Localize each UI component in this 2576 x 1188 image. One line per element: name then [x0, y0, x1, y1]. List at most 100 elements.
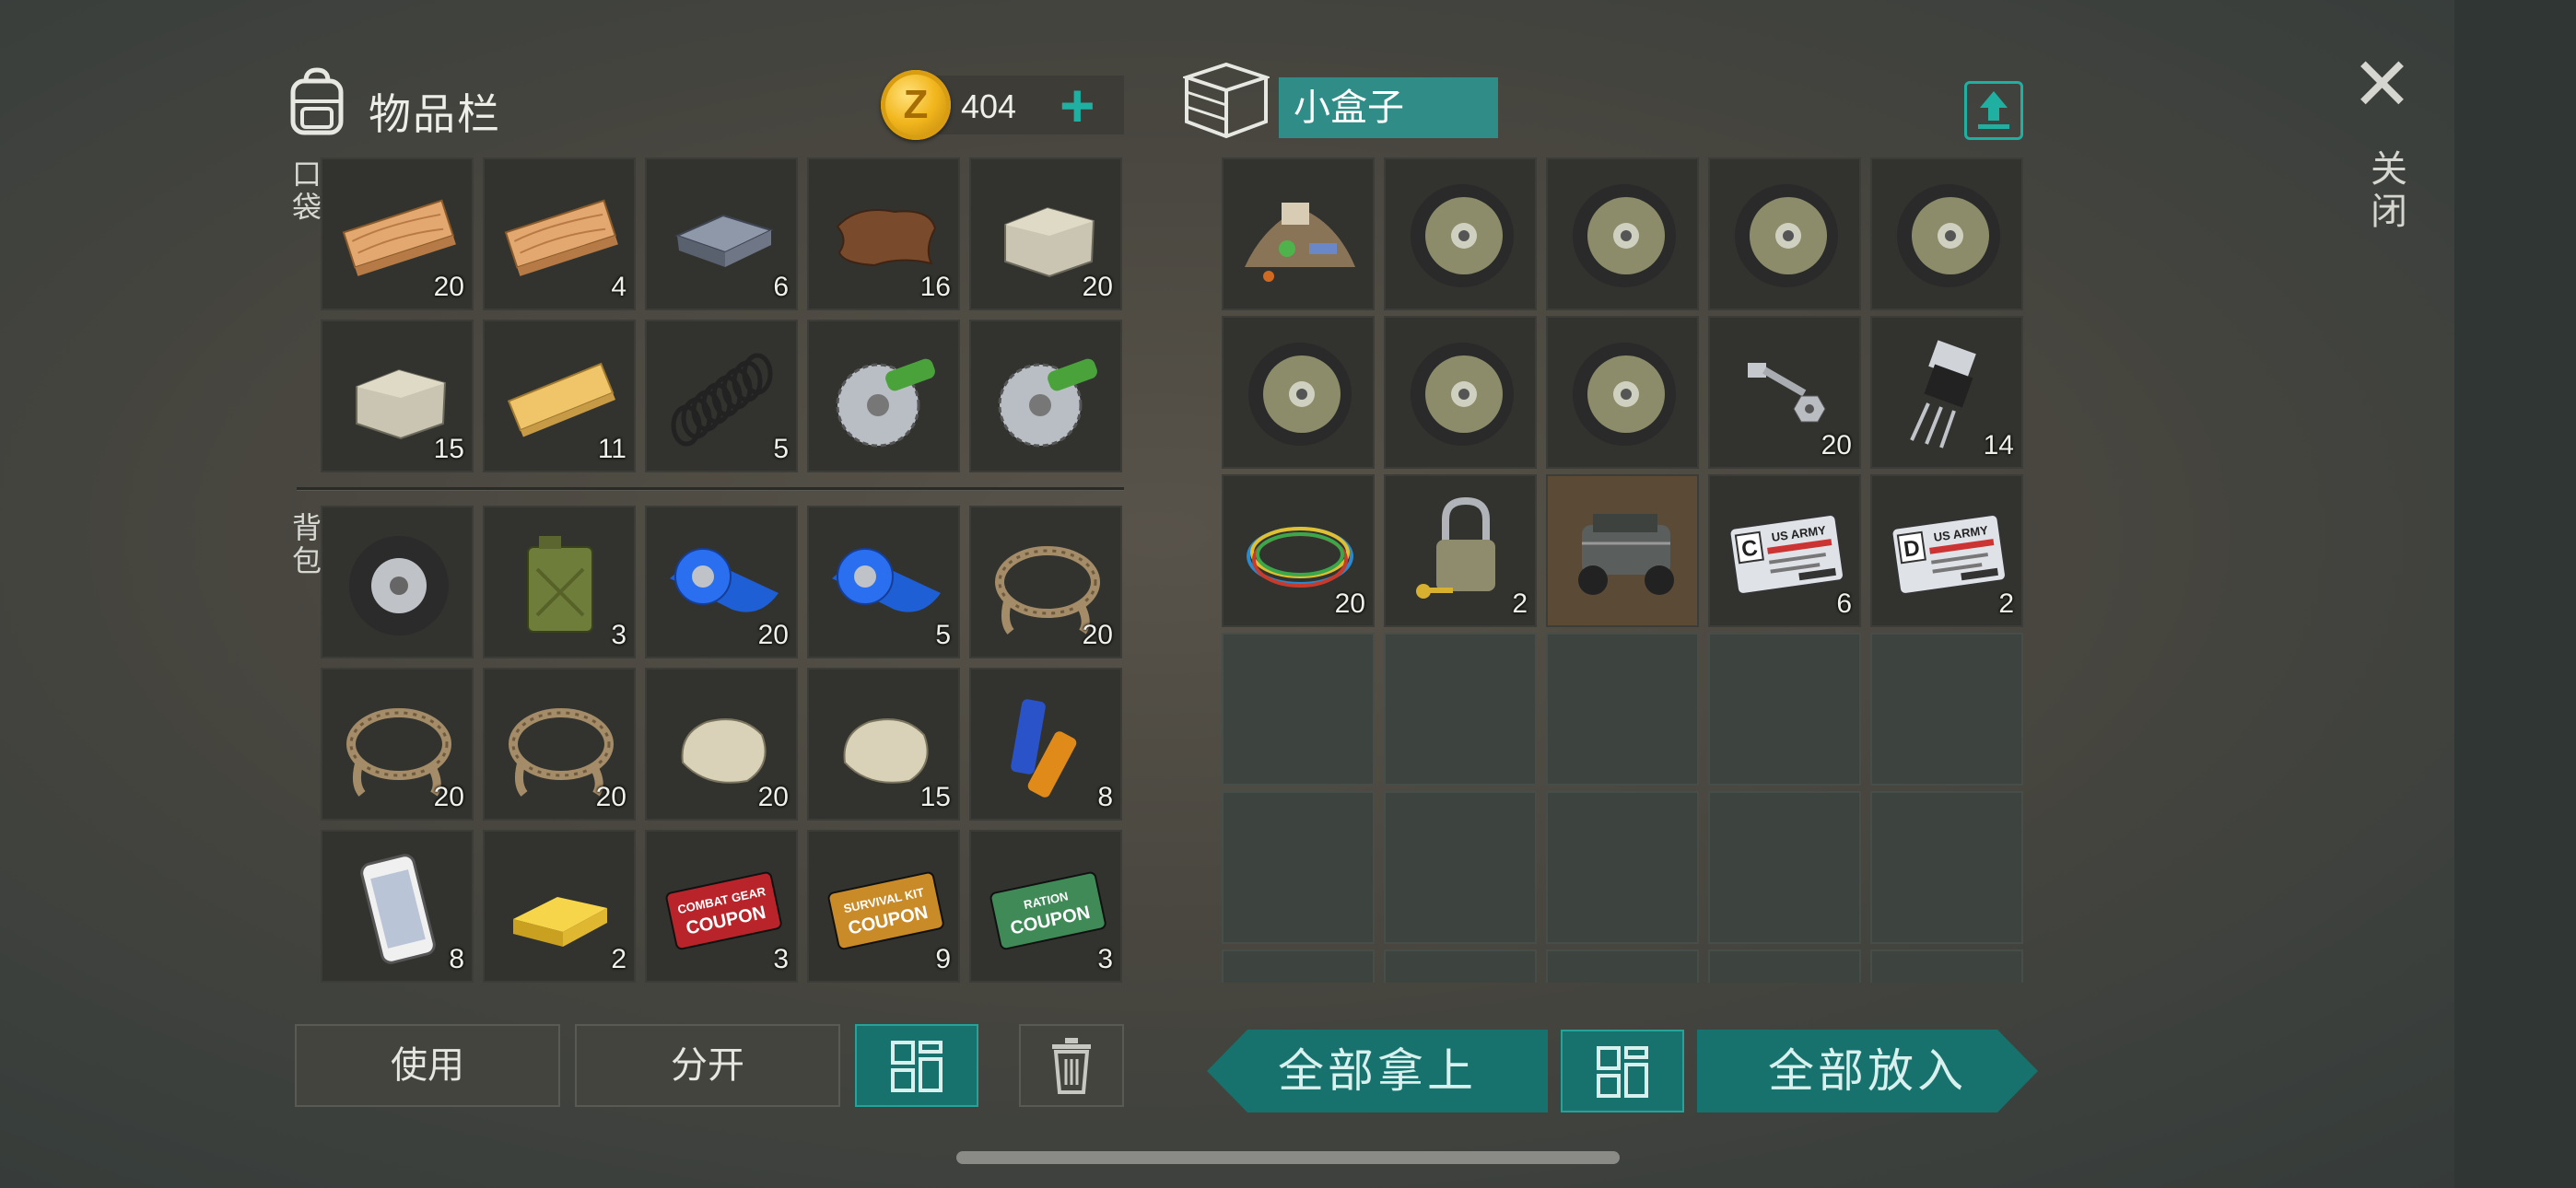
- container-slot[interactable]: 2: [1384, 474, 1537, 627]
- container-slot[interactable]: [1222, 791, 1375, 944]
- container-slot[interactable]: [1384, 157, 1537, 310]
- wheel-icon: [1573, 184, 1676, 287]
- container-slot[interactable]: [1870, 633, 2023, 786]
- backpack-slot[interactable]: 20: [969, 506, 1122, 658]
- backpack-slot[interactable]: 8: [321, 830, 474, 983]
- container-slot[interactable]: 14: [1870, 316, 2023, 469]
- backpack-slot[interactable]: 8: [969, 668, 1122, 821]
- container-slot[interactable]: [1546, 474, 1699, 627]
- pocket-slot[interactable]: 4: [483, 157, 636, 310]
- container-slot[interactable]: [1222, 633, 1375, 786]
- backpack-slot[interactable]: 5: [807, 506, 960, 658]
- container-slot[interactable]: [1384, 949, 1537, 983]
- upload-icon: [1978, 91, 2009, 129]
- gold-coin-icon: Z: [881, 70, 951, 140]
- backpack-slot[interactable]: 2: [483, 830, 636, 983]
- pocket-slot[interactable]: [969, 320, 1122, 472]
- grid-icon: [1597, 1046, 1648, 1098]
- padlock-icon: [1416, 496, 1495, 599]
- container-slot[interactable]: [1222, 316, 1375, 469]
- backpack-slot[interactable]: 20: [645, 668, 798, 821]
- plank-icon: [504, 199, 618, 276]
- item-quantity: 20: [1821, 430, 1852, 460]
- container-slot[interactable]: [1222, 157, 1375, 310]
- pocket-slot[interactable]: 5: [645, 320, 798, 472]
- item-quantity: 20: [1082, 272, 1113, 302]
- delete-button[interactable]: [1019, 1024, 1124, 1107]
- container-slot[interactable]: [1546, 949, 1699, 983]
- container-slot[interactable]: [1546, 316, 1699, 469]
- pocket-slot[interactable]: 20: [969, 157, 1122, 310]
- spring-icon: [671, 353, 773, 447]
- container-slot[interactable]: [1870, 157, 2023, 310]
- wheel-icon: [1248, 343, 1352, 446]
- pocket-slot[interactable]: 11: [483, 320, 636, 472]
- container-slot[interactable]: [1384, 791, 1537, 944]
- close-label[interactable]: 关闭: [2359, 149, 2412, 234]
- container-slot[interactable]: 20: [1708, 316, 1861, 469]
- item-quantity: 11: [597, 434, 626, 464]
- container-slot[interactable]: [1870, 949, 2023, 983]
- backpack-slot[interactable]: [321, 506, 474, 658]
- container-slot[interactable]: [1546, 157, 1699, 310]
- container-slot[interactable]: [1546, 633, 1699, 786]
- pocket-slot[interactable]: [807, 320, 960, 472]
- ration-coupon-icon: RATIONCOUPON: [989, 871, 1107, 950]
- container-slot[interactable]: [1708, 157, 1861, 310]
- wheel-icon: [1735, 184, 1838, 287]
- backpack-slot[interactable]: 15: [807, 668, 960, 821]
- container-name[interactable]: 小盒子: [1279, 77, 1498, 138]
- container-slot[interactable]: 20: [1222, 474, 1375, 627]
- pocket-slot[interactable]: 20: [321, 157, 474, 310]
- backpack-slot[interactable]: 20: [645, 506, 798, 658]
- item-quantity: 3: [773, 944, 789, 974]
- use-button[interactable]: 使用: [295, 1024, 560, 1107]
- item-quantity: 16: [919, 272, 951, 302]
- pocket-slot[interactable]: 15: [321, 320, 474, 472]
- trash-icon: [1052, 1038, 1091, 1094]
- container-slot[interactable]: C US ARMY 6: [1708, 474, 1861, 627]
- item-quantity: 20: [1334, 588, 1365, 619]
- smartphone-icon: [360, 854, 436, 964]
- wheel-icon: [1411, 184, 1514, 287]
- container-slot[interactable]: [1708, 791, 1861, 944]
- army-card-c-icon: CUS ARMY: [1728, 514, 1844, 595]
- item-quantity: 15: [919, 782, 951, 812]
- sort-grid-button[interactable]: [855, 1024, 978, 1107]
- backpack-slot[interactable]: COMBAT GEAR COUPON 3: [645, 830, 798, 983]
- backpack-slot[interactable]: 3: [483, 506, 636, 658]
- close-icon[interactable]: ✕: [2351, 48, 2413, 122]
- upload-button[interactable]: [1964, 81, 2023, 140]
- container-slot[interactable]: [1708, 949, 1861, 983]
- iron-ingot-icon: [674, 214, 774, 267]
- grid-icon: [891, 1041, 943, 1092]
- container-sort-button[interactable]: [1561, 1030, 1684, 1112]
- backpack-slot[interactable]: 20: [483, 668, 636, 821]
- put-all-button[interactable]: 全部放入: [1697, 1030, 2038, 1112]
- container-slot[interactable]: [1546, 791, 1699, 944]
- backpack-slot[interactable]: SURVIVAL KIT COUPON 9: [807, 830, 960, 983]
- take-all-button[interactable]: 全部拿上: [1207, 1030, 1548, 1112]
- item-quantity: 2: [1512, 588, 1528, 619]
- wheel-icon: [1897, 184, 2000, 287]
- item-quantity: 2: [611, 944, 626, 974]
- backpack-slot[interactable]: 20: [321, 668, 474, 821]
- container-slot[interactable]: D US ARMY 2: [1870, 474, 2023, 627]
- container-slot[interactable]: [1384, 316, 1537, 469]
- container-slot[interactable]: [1384, 633, 1537, 786]
- item-quantity: 20: [433, 272, 464, 302]
- home-indicator[interactable]: [956, 1151, 1620, 1164]
- army-card-d-icon: DUS ARMY: [1891, 514, 2007, 595]
- split-button[interactable]: 分开: [575, 1024, 840, 1107]
- container-slot[interactable]: [1870, 791, 2023, 944]
- pocket-slot[interactable]: 16: [807, 157, 960, 310]
- container-slot[interactable]: [1222, 949, 1375, 983]
- pocket-slot[interactable]: 6: [645, 157, 798, 310]
- tire-icon: [349, 536, 449, 635]
- item-quantity: 9: [935, 944, 951, 974]
- container-slot[interactable]: [1708, 633, 1861, 786]
- backpack-slot[interactable]: RATION COUPON 3: [969, 830, 1122, 983]
- wheel-icon: [1573, 343, 1676, 446]
- add-gold-button[interactable]: +: [1060, 75, 1095, 135]
- item-quantity: 8: [1097, 782, 1113, 812]
